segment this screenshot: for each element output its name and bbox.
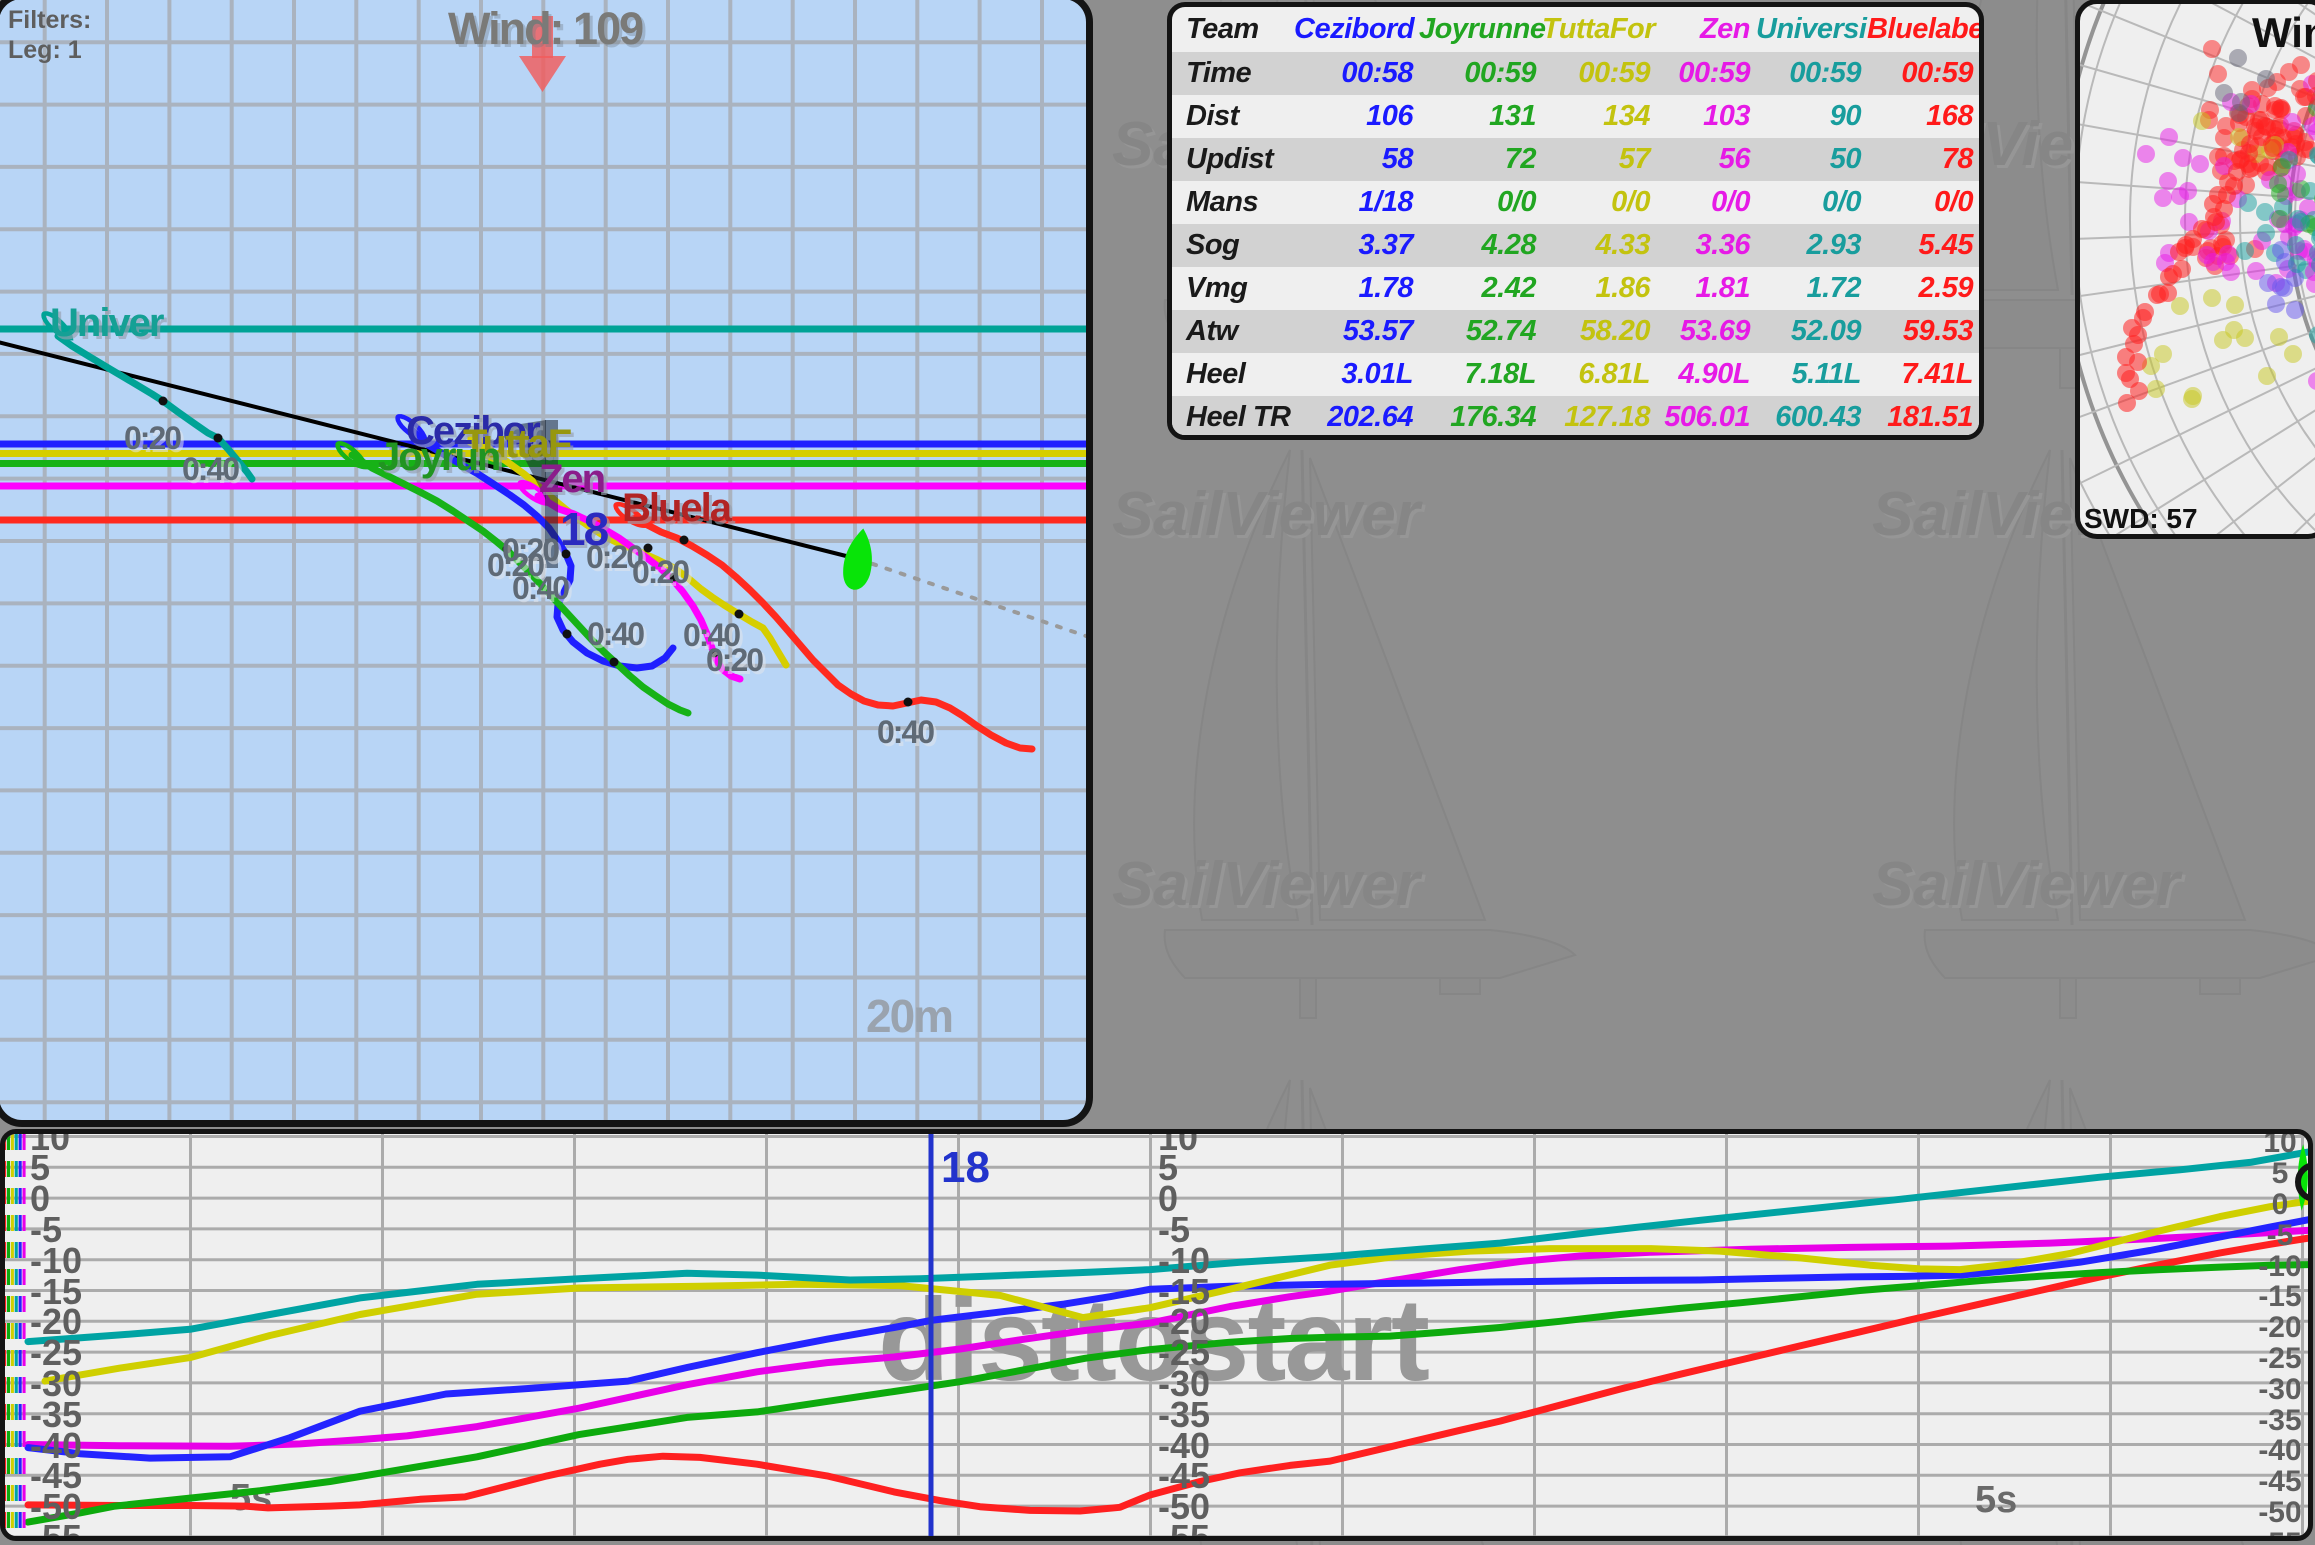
svg-text:-30: -30	[2258, 1373, 2301, 1406]
svg-text:Wind: 109: Wind: 109	[448, 3, 643, 54]
svg-text:-20: -20	[2258, 1311, 2301, 1344]
svg-text:5s: 5s	[1975, 1479, 2017, 1521]
svg-text:-25: -25	[2258, 1342, 2301, 1375]
svg-text:5: 5	[2272, 1157, 2289, 1190]
svg-text:-55: -55	[1158, 1517, 1210, 1536]
svg-text:-45: -45	[2258, 1465, 2301, 1498]
svg-text:-10: -10	[2258, 1250, 2301, 1283]
svg-text:-50: -50	[2258, 1496, 2301, 1529]
svg-text:SailViewer: SailViewer	[1872, 850, 2183, 919]
svg-text:-55: -55	[2258, 1527, 2301, 1536]
svg-text:Filters:: Filters:	[8, 6, 91, 34]
svg-text:-15: -15	[2258, 1280, 2301, 1313]
svg-text:Joyrun: Joyrun	[378, 435, 499, 479]
svg-text:Bluela: Bluela	[622, 486, 733, 530]
svg-text:SailViewer: SailViewer	[1112, 480, 1423, 549]
svg-text:Wind: Wind	[2252, 9, 2315, 56]
svg-text:-55: -55	[30, 1517, 82, 1536]
svg-text:0: 0	[2272, 1188, 2289, 1221]
svg-text:0:40: 0:40	[182, 451, 239, 487]
svg-text:SWD: 57: SWD: 57	[2084, 503, 2198, 534]
svg-text:Univer: Univer	[50, 301, 164, 345]
svg-text:0:40: 0:40	[877, 714, 934, 750]
svg-text:5s: 5s	[230, 1477, 272, 1519]
svg-text:-35: -35	[2258, 1404, 2301, 1437]
svg-text:0:40: 0:40	[587, 616, 644, 652]
svg-text:10: 10	[2263, 1134, 2296, 1159]
svg-text:0:20: 0:20	[706, 642, 763, 678]
svg-text:0:20: 0:20	[124, 420, 181, 456]
svg-text:20m: 20m	[866, 990, 952, 1042]
svg-text:-40: -40	[2258, 1434, 2301, 1467]
svg-text:Leg: 1: Leg: 1	[8, 36, 82, 64]
svg-text:SailViewer: SailViewer	[1112, 850, 1423, 919]
svg-text:0:20: 0:20	[632, 554, 689, 590]
svg-text:0:40: 0:40	[512, 570, 569, 606]
svg-text:-5: -5	[2267, 1219, 2294, 1252]
svg-text:Zen: Zen	[539, 457, 604, 501]
svg-text:18: 18	[941, 1143, 990, 1192]
